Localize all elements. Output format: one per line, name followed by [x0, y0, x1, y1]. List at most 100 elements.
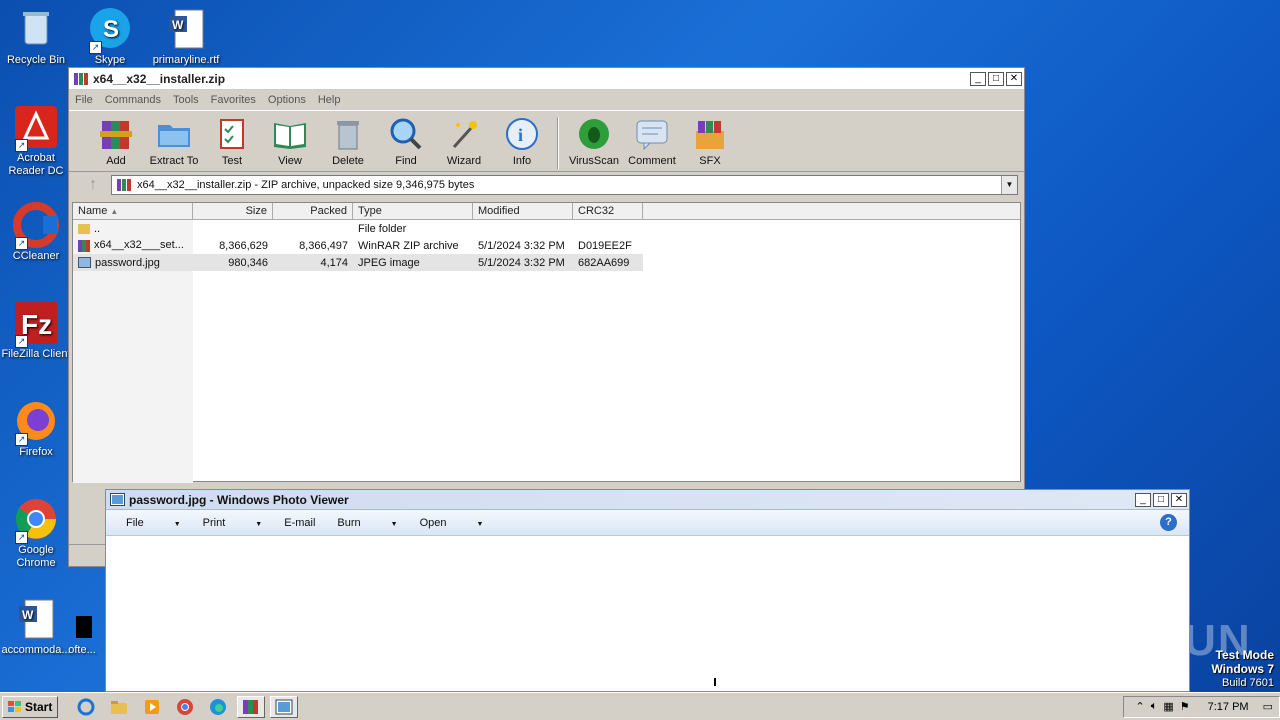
menu-file[interactable]: File — [75, 94, 93, 106]
menu-commands[interactable]: Commands — [105, 94, 161, 106]
taskbar: Start ⌃ 🔈︎ ▦ ⚑ 7:17 PM ▭ — [0, 692, 1280, 720]
chevron-down-icon[interactable]: ▼ — [1001, 176, 1017, 194]
taskbar-chrome[interactable] — [171, 696, 199, 718]
file-list-header: Name ▲ Size Packed Type Modified CRC32 — [73, 203, 1020, 220]
winrar-toolbar: Add Extract To Test View Delete Find Wiz… — [69, 110, 1024, 172]
desktop-icon-recycle-bin[interactable]: Recycle Bin — [0, 6, 72, 67]
folder-up-icon — [78, 223, 90, 234]
chevron-down-icon: ▼ — [255, 520, 263, 528]
comment-button[interactable]: Comment — [623, 117, 681, 167]
photo-viewer-window: password.jpg - Windows Photo Viewer _ □ … — [105, 489, 1190, 692]
minimize-button[interactable]: _ — [1135, 492, 1151, 507]
chrome-icon: ↗ — [13, 496, 59, 544]
pv-menu-open[interactable]: Open ▼ — [420, 517, 484, 529]
image-canvas — [106, 536, 1189, 686]
column-crc32[interactable]: CRC32 — [573, 203, 643, 219]
winrar-app-icon — [74, 72, 88, 85]
ccleaner-icon: ↗ — [13, 202, 59, 250]
pv-menu-print[interactable]: Print ▼ — [203, 517, 263, 529]
system-tray: ⌃ 🔈︎ ▦ ⚑ 7:17 PM ▭ — [1122, 695, 1280, 718]
speaker-icon[interactable]: 🔈︎ — [1151, 700, 1158, 713]
file-list: Name ▲ Size Packed Type Modified CRC32 .… — [72, 202, 1021, 483]
info-button[interactable]: i Info — [493, 117, 551, 167]
close-button[interactable]: ✕ — [1006, 71, 1022, 86]
photo-viewer-app-icon — [275, 699, 293, 714]
add-button[interactable]: Add — [87, 117, 145, 167]
winrar-archive-icon — [117, 179, 131, 191]
folder-icon — [156, 117, 192, 151]
edge-icon — [210, 698, 227, 715]
minimize-button[interactable]: _ — [970, 71, 986, 86]
desktop-icon-primaryline[interactable]: W primaryline.rtf — [150, 6, 222, 67]
menu-options[interactable]: Options — [268, 94, 306, 106]
start-button[interactable]: Start — [2, 695, 59, 718]
taskbar-photo-viewer[interactable] — [270, 695, 299, 718]
column-packed[interactable]: Packed — [273, 203, 353, 219]
photo-viewer-app-icon — [110, 493, 125, 506]
desktop-icon-filezilla[interactable]: Fz ↗ FileZilla Client — [0, 300, 72, 361]
desktop-icon-ccleaner[interactable]: ↗ CCleaner — [0, 202, 72, 263]
virusscan-button[interactable]: VirusScan — [565, 117, 623, 167]
taskbar-media-player[interactable] — [138, 696, 166, 718]
photo-viewer-commandbar: File ▼ Print ▼ E-mail Burn ▼ Open ▼ ? — [106, 510, 1189, 536]
pv-menu-file[interactable]: File ▼ — [126, 517, 181, 529]
black-file-icon — [72, 596, 92, 642]
test-button[interactable]: Test — [203, 117, 261, 167]
close-button[interactable]: ✕ — [1171, 492, 1187, 507]
table-row[interactable]: password.jpg 980,346 4,174 JPEG image 5/… — [73, 254, 643, 271]
folder-icon — [111, 700, 128, 714]
word-document-icon: W — [13, 596, 59, 642]
view-button[interactable]: View — [261, 117, 319, 167]
desktop-icon-ofte[interactable]: ofte... — [62, 596, 102, 657]
winrar-menubar: File Commands Tools Favorites Options He… — [69, 90, 1024, 110]
help-icon[interactable]: ? — [1160, 514, 1177, 531]
acrobat-icon: ↗ — [13, 104, 59, 152]
svg-text:W: W — [172, 18, 184, 32]
chrome-icon — [177, 698, 194, 715]
column-modified[interactable]: Modified — [473, 203, 573, 219]
sfx-button[interactable]: SFX — [681, 117, 739, 167]
delete-button[interactable]: Delete — [319, 117, 377, 167]
column-size[interactable]: Size — [193, 203, 273, 219]
desktop-icon-acrobat[interactable]: ↗ Acrobat Reader DC — [0, 104, 72, 178]
taskbar-edge[interactable] — [204, 696, 232, 718]
menu-tools[interactable]: Tools — [173, 94, 199, 106]
column-name[interactable]: Name ▲ — [73, 203, 193, 219]
wizard-button[interactable]: Wizard — [435, 117, 493, 167]
chevron-down-icon: ▼ — [390, 520, 398, 528]
desktop-icon-skype[interactable]: S ↗ Skype — [74, 6, 146, 67]
winrar-app-icon — [243, 699, 259, 714]
clock[interactable]: 7:17 PM — [1208, 701, 1249, 713]
chevron-up-icon[interactable]: ⌃ — [1136, 700, 1145, 713]
pv-menu-email[interactable]: E-mail — [284, 517, 315, 529]
flag-icon[interactable]: ⚑ — [1180, 700, 1190, 713]
pv-menu-burn[interactable]: Burn ▼ — [337, 517, 397, 529]
checklist-icon — [214, 117, 250, 151]
maximize-button[interactable]: □ — [1153, 492, 1169, 507]
maximize-button[interactable]: □ — [988, 71, 1004, 86]
winrar-titlebar[interactable]: x64__x32__installer.zip _ □ ✕ — [69, 68, 1024, 90]
extract-to-button[interactable]: Extract To — [145, 117, 203, 167]
chevron-down-icon: ▼ — [173, 520, 181, 528]
magnifier-icon — [388, 117, 424, 151]
archive-path-field[interactable]: x64__x32__installer.zip - ZIP archive, u… — [111, 175, 1018, 195]
taskbar-ie[interactable] — [72, 696, 100, 718]
taskbar-winrar[interactable] — [237, 695, 266, 718]
winrar-title: x64__x32__installer.zip — [93, 71, 226, 86]
find-button[interactable]: Find — [377, 117, 435, 167]
show-desktop-icon[interactable]: ▭ — [1263, 700, 1273, 713]
network-icon[interactable]: ▦ — [1163, 700, 1173, 713]
photo-viewer-title: password.jpg - Windows Photo Viewer — [129, 492, 349, 507]
menu-help[interactable]: Help — [318, 94, 341, 106]
desktop-icon-chrome[interactable]: ↗ Google Chrome — [0, 496, 72, 570]
table-row[interactable]: x64__x32___set... 8,366,629 8,366,497 Wi… — [73, 237, 1020, 254]
taskbar-explorer[interactable] — [105, 696, 133, 718]
photo-viewer-titlebar[interactable]: password.jpg - Windows Photo Viewer _ □ … — [106, 490, 1189, 510]
table-row[interactable]: .. File folder — [73, 220, 1020, 237]
info-icon: i — [504, 117, 540, 151]
desktop-icon-firefox[interactable]: ↗ Firefox — [0, 398, 72, 459]
up-arrow-icon[interactable]: ↑ — [75, 176, 111, 194]
column-type[interactable]: Type — [353, 203, 473, 219]
filezilla-icon: Fz ↗ — [13, 300, 59, 348]
menu-favorites[interactable]: Favorites — [211, 94, 256, 106]
